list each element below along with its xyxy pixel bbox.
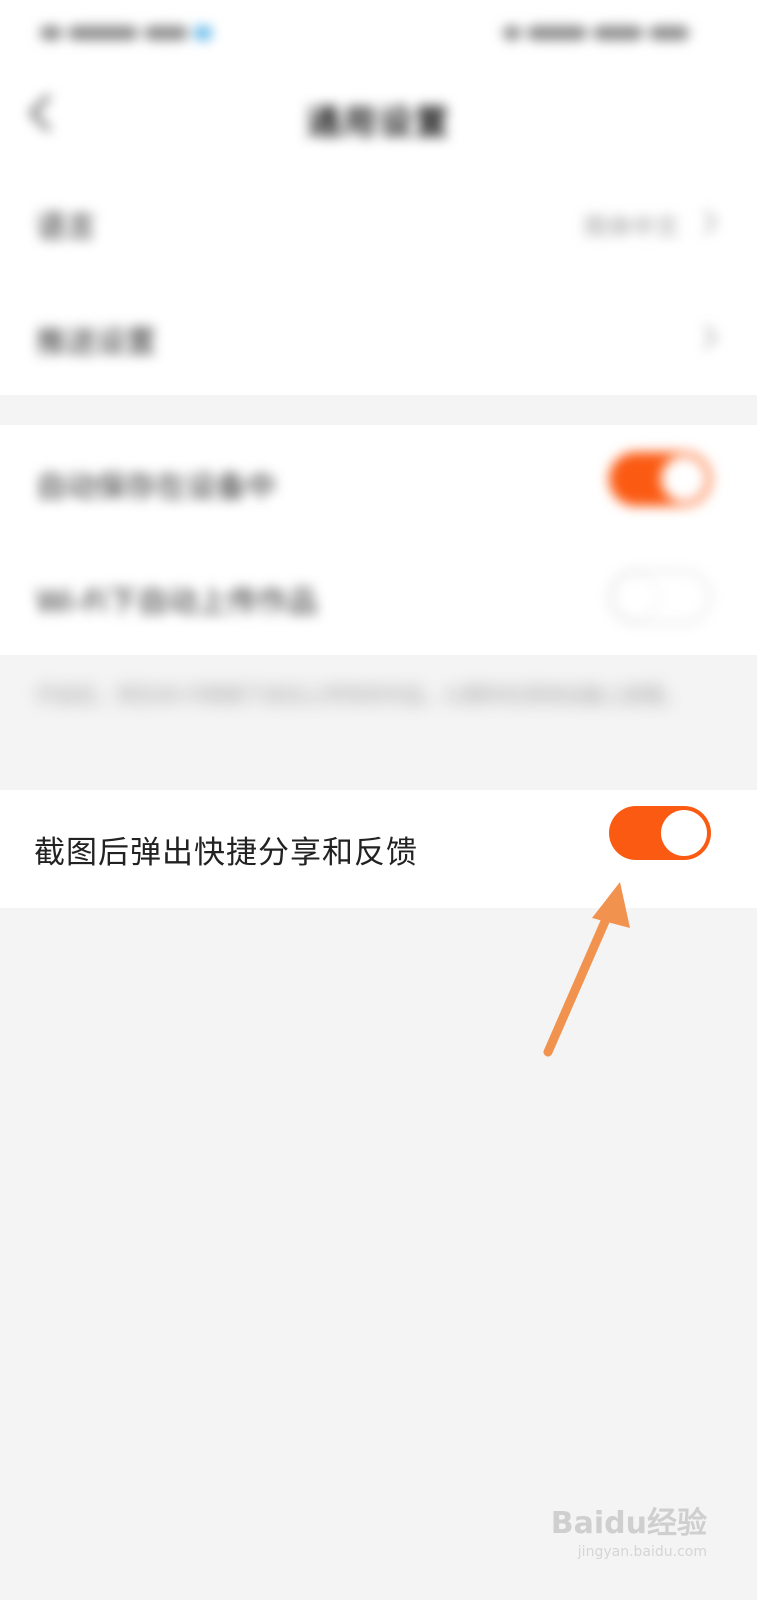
screenshot-share-label: 截图后弹出快捷分享和反馈 (34, 835, 418, 871)
row-auto-save: 自动保存在设备中 (0, 425, 757, 540)
row-label: 推送设置 (36, 325, 156, 360)
header: 通用设置 (0, 65, 757, 165)
settings-note: 开启后，将在Wi-Fi网络下自动上传你的作品，以便你在其他设备上查看。 (36, 683, 684, 707)
row-label: Wi-Fi下自动上传作品 (36, 585, 318, 620)
watermark-url: jingyan.baidu.com (577, 1544, 707, 1560)
annotation-arrow-icon (543, 882, 630, 1057)
screenshot-share-toggle[interactable] (609, 806, 711, 860)
status-bar (0, 0, 757, 65)
row-push-settings[interactable]: 推送设置 (0, 280, 757, 395)
row-wifi-upload: Wi-Fi下自动上传作品 (0, 540, 757, 655)
settings-group-general: 语言 简体中文 推送设置 (0, 165, 757, 395)
toggle-knob (613, 574, 659, 620)
auto-save-toggle[interactable] (609, 452, 711, 506)
row-value: 简体中文 (583, 213, 679, 241)
row-label: 语言 (36, 210, 96, 245)
network-icon (194, 25, 212, 40)
toggle-knob (661, 810, 707, 856)
settings-group-toggles: 自动保存在设备中 Wi-Fi下自动上传作品 (0, 425, 757, 655)
watermark-logo: Baidu经验 (550, 1506, 707, 1541)
row-label: 自动保存在设备中 (36, 470, 276, 505)
watermark: Baidu经验 jingyan.baidu.com (551, 1498, 707, 1560)
page-title: 通用设置 (306, 103, 451, 143)
status-right-icons (497, 22, 712, 40)
chevron-right-icon (703, 209, 718, 235)
chevron-right-icon (703, 324, 718, 350)
status-left-icons (40, 22, 230, 40)
toggle-knob (661, 456, 707, 502)
wifi-upload-toggle[interactable] (609, 570, 711, 624)
row-language[interactable]: 语言 简体中文 (0, 165, 757, 280)
